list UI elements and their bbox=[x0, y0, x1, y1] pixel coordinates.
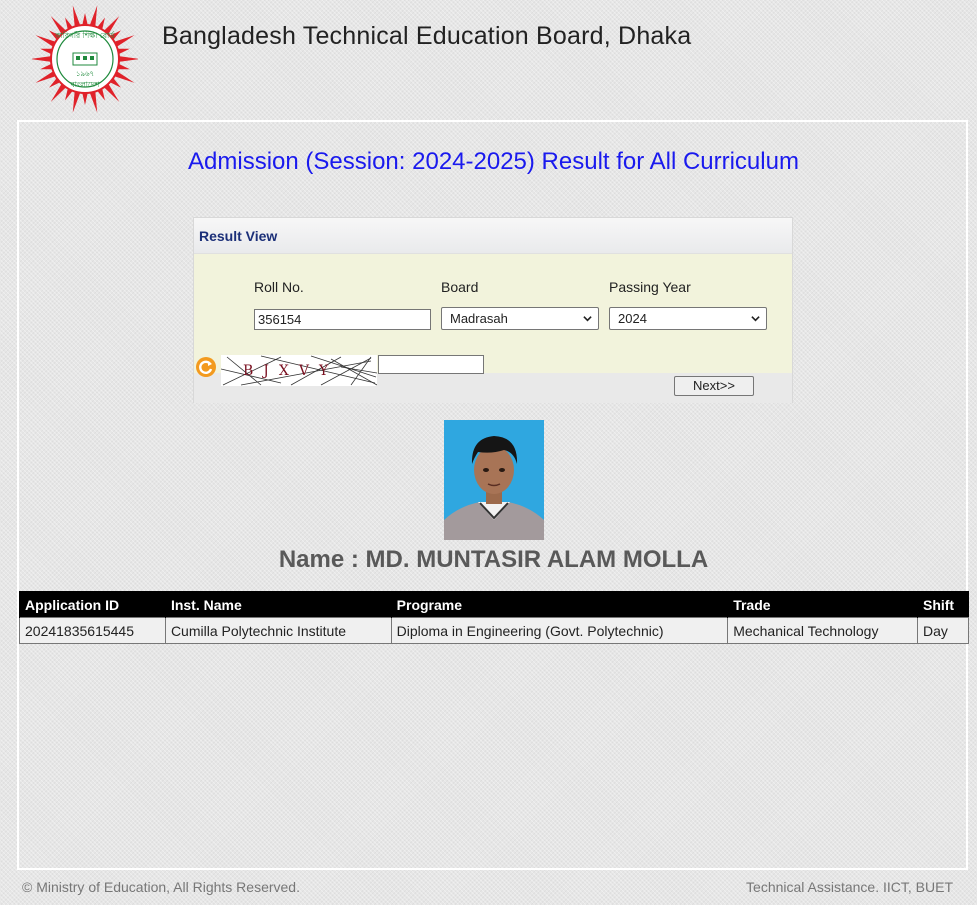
table-header-row: Application ID Inst. Name Programe Trade… bbox=[19, 591, 969, 618]
btbe-emblem-icon: কারিগরি শিক্ষা বোর্ড ১৯৬৭ বাংলাদেশ bbox=[30, 5, 140, 113]
col-programe: Programe bbox=[390, 591, 728, 618]
captcha-text: BJXVY bbox=[243, 363, 338, 379]
panel-header: Result View bbox=[194, 218, 792, 254]
panel-title: Result View bbox=[199, 228, 278, 244]
cell-trade: Mechanical Technology bbox=[727, 617, 918, 644]
col-application-id: Application ID bbox=[19, 591, 166, 618]
board-label: Board bbox=[441, 279, 479, 295]
student-name: Name : MD. MUNTASIR ALAM MOLLA bbox=[278, 546, 709, 573]
col-shift: Shift bbox=[916, 591, 969, 618]
roll-label: Roll No. bbox=[254, 279, 304, 295]
passing-year-select-value: 2024 bbox=[618, 311, 647, 326]
col-trade: Trade bbox=[727, 591, 918, 618]
result-view-panel: Result View Roll No. Board Passing Year … bbox=[193, 217, 793, 403]
site-title: Bangladesh Technical Education Board, Dh… bbox=[162, 22, 692, 50]
cell-inst-name: Cumilla Polytechnic Institute bbox=[164, 617, 392, 644]
logo-text-top: কারিগরি শিক্ষা বোর্ড bbox=[54, 31, 115, 40]
student-photo bbox=[444, 420, 544, 540]
passing-year-label: Passing Year bbox=[609, 279, 691, 295]
captcha-input[interactable] bbox=[378, 355, 484, 374]
page-title: Admission (Session: 2024-2025) Result fo… bbox=[188, 148, 799, 175]
board-logo: কারিগরি শিক্ষা বোর্ড ১৯৬৭ বাংলাদেশ bbox=[30, 2, 140, 116]
passing-year-select[interactable]: 2024 bbox=[609, 307, 767, 330]
roll-input[interactable]: 356154 bbox=[254, 309, 431, 330]
logo-text-bottom: বাংলাদেশ bbox=[70, 80, 100, 89]
chevron-down-icon bbox=[583, 316, 592, 322]
cell-application-id: 20241835615445 bbox=[19, 617, 166, 644]
table-row: 20241835615445 Cumilla Polytechnic Insti… bbox=[19, 617, 970, 644]
refresh-icon[interactable] bbox=[195, 356, 217, 378]
board-select[interactable]: Madrasah bbox=[441, 307, 599, 330]
cell-programe: Diploma in Engineering (Govt. Polytechni… bbox=[390, 617, 729, 644]
footer-copyright: © Ministry of Education, All Rights Rese… bbox=[22, 879, 300, 895]
footer-credit: Technical Assistance. IICT, BUET bbox=[746, 879, 953, 895]
result-table: Application ID Inst. Name Programe Trade… bbox=[19, 591, 970, 644]
board-select-value: Madrasah bbox=[450, 311, 508, 326]
next-button[interactable]: Next>> bbox=[674, 376, 754, 396]
logo-text-year: ১৯৬৭ bbox=[76, 70, 94, 78]
chevron-down-icon bbox=[751, 316, 760, 322]
cell-shift: Day bbox=[916, 617, 970, 644]
col-inst-name: Inst. Name bbox=[164, 591, 392, 618]
captcha-image: BJXVY bbox=[221, 355, 377, 386]
